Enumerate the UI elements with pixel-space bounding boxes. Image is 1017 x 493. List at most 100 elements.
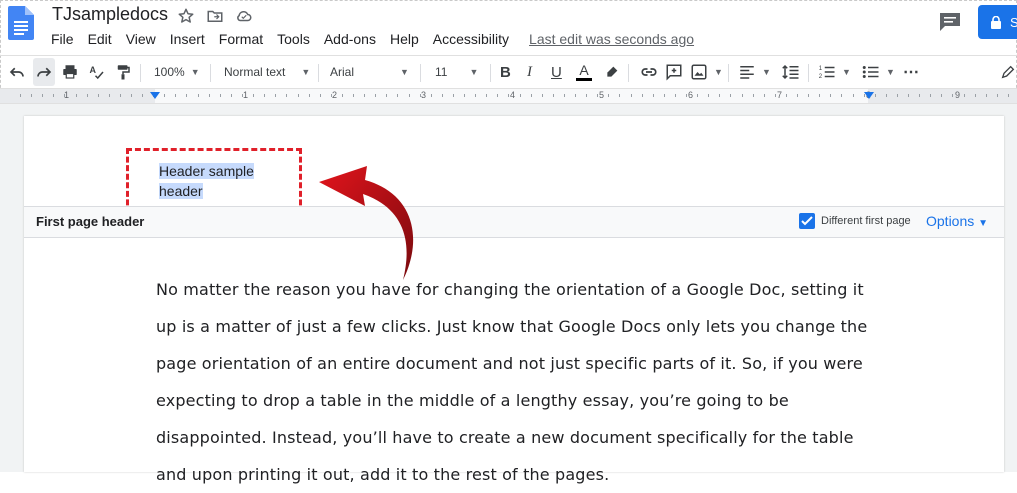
ruler-tick bbox=[209, 94, 210, 97]
different-first-page-checkbox[interactable] bbox=[799, 213, 815, 229]
ruler-tick bbox=[76, 94, 77, 97]
ruler-tick bbox=[619, 94, 620, 97]
ruler-tick bbox=[853, 94, 854, 97]
ruler-tick bbox=[952, 94, 953, 97]
chevron-down-icon: ▼ bbox=[886, 67, 895, 77]
link-icon[interactable] bbox=[639, 58, 659, 86]
header-options-button[interactable]: Options ▼ bbox=[926, 213, 988, 229]
numbered-list-icon[interactable]: 1 2 ▼ bbox=[818, 58, 851, 86]
menu-file[interactable]: File bbox=[51, 31, 74, 47]
italic-button[interactable]: I bbox=[527, 58, 532, 86]
underline-button[interactable]: U bbox=[551, 58, 562, 86]
ruler-tick bbox=[364, 94, 365, 97]
ruler-tick bbox=[697, 94, 698, 97]
comment-history-icon[interactable] bbox=[939, 12, 961, 32]
edit-mode-icon[interactable] bbox=[1000, 58, 1016, 86]
chevron-down-icon: ▼ bbox=[301, 67, 311, 77]
ruler-tick bbox=[941, 94, 942, 97]
image-icon[interactable]: ▼ bbox=[690, 58, 723, 86]
font-select[interactable]: Arial ▼ bbox=[330, 58, 409, 86]
print-icon[interactable] bbox=[61, 58, 79, 86]
ruler[interactable]: 1 1 2 3 4 5 6 7 8 9 bbox=[0, 88, 1017, 104]
ruler-tick bbox=[631, 94, 632, 97]
ruler-tick bbox=[797, 94, 798, 97]
menu-add-ons[interactable]: Add-ons bbox=[324, 31, 376, 47]
ruler-tick bbox=[342, 94, 343, 97]
ruler-number: 3 bbox=[421, 90, 427, 100]
checkmark-icon bbox=[801, 216, 813, 226]
undo-icon[interactable] bbox=[8, 58, 26, 86]
right-indent-marker[interactable] bbox=[864, 92, 874, 99]
toolbar-divider bbox=[140, 64, 141, 82]
menu-edit[interactable]: Edit bbox=[88, 31, 112, 47]
bulleted-list-icon[interactable]: ▼ bbox=[862, 58, 895, 86]
ruler-tick bbox=[675, 94, 676, 97]
ruler-tick bbox=[964, 94, 965, 97]
ruler-tick bbox=[453, 94, 454, 97]
ruler-tick bbox=[586, 94, 587, 97]
menu-help[interactable]: Help bbox=[390, 31, 419, 47]
more-options-button[interactable]: ⋯ bbox=[903, 58, 919, 86]
ruler-tick bbox=[397, 94, 398, 97]
document-title[interactable]: TJsampledocs bbox=[52, 4, 168, 25]
ruler-tick bbox=[830, 94, 831, 97]
cloud-status-icon[interactable] bbox=[234, 6, 254, 26]
redo-icon[interactable] bbox=[33, 58, 55, 86]
share-button[interactable]: S bbox=[978, 5, 1017, 39]
menu-view[interactable]: View bbox=[126, 31, 156, 47]
ruler-tick bbox=[542, 94, 543, 97]
ruler-tick bbox=[508, 94, 509, 97]
ruler-tick bbox=[31, 94, 32, 97]
font-size-select[interactable]: 11 ▼ bbox=[435, 58, 478, 86]
paragraph-style-select[interactable]: Normal text ▼ bbox=[224, 58, 310, 86]
svg-text:1: 1 bbox=[819, 66, 823, 72]
menu-insert[interactable]: Insert bbox=[170, 31, 205, 47]
left-indent-marker[interactable] bbox=[150, 92, 160, 99]
last-edit-link[interactable]: Last edit was seconds ago bbox=[529, 31, 694, 47]
chevron-down-icon: ▼ bbox=[978, 218, 989, 229]
font-size-value: 11 bbox=[435, 65, 448, 79]
highlight-pen-icon[interactable] bbox=[604, 58, 620, 86]
style-value: Normal text bbox=[224, 65, 286, 79]
ruler-tick bbox=[320, 94, 321, 97]
bold-button[interactable]: B bbox=[500, 58, 511, 86]
spellcheck-icon[interactable]: A bbox=[88, 58, 106, 86]
comment-add-icon[interactable] bbox=[665, 58, 683, 86]
ruler-tick bbox=[553, 94, 554, 97]
toolbar-divider bbox=[628, 64, 629, 82]
text-color-label: A bbox=[579, 62, 589, 78]
ruler-tick bbox=[708, 94, 709, 97]
annotation-highlight-box bbox=[126, 148, 302, 214]
ruler-tick bbox=[475, 94, 476, 97]
line-spacing-icon[interactable] bbox=[781, 58, 801, 86]
toolbar-divider bbox=[808, 64, 809, 82]
menu-accessibility[interactable]: Accessibility bbox=[433, 31, 509, 47]
ruler-tick bbox=[786, 94, 787, 97]
zoom-select[interactable]: 100% ▼ bbox=[154, 58, 200, 86]
text-color-button[interactable]: A bbox=[576, 58, 592, 86]
different-first-page-label[interactable]: Different first page bbox=[821, 215, 911, 227]
move-folder-icon[interactable] bbox=[205, 6, 225, 26]
google-docs-icon[interactable] bbox=[8, 6, 34, 40]
chevron-down-icon: ▼ bbox=[469, 67, 479, 77]
paint-format-icon[interactable] bbox=[114, 58, 132, 86]
ruler-tick bbox=[764, 94, 765, 97]
title-actions bbox=[176, 6, 254, 26]
ruler-tick bbox=[53, 94, 54, 97]
ruler-number: 6 bbox=[688, 90, 694, 100]
align-icon[interactable]: ▼ bbox=[738, 58, 771, 86]
ruler-tick bbox=[564, 94, 565, 97]
ruler-tick bbox=[686, 94, 687, 97]
star-icon[interactable] bbox=[176, 6, 196, 26]
document-page[interactable]: Header sample header First page header D… bbox=[24, 116, 1004, 484]
ruler-tick bbox=[442, 94, 443, 97]
menu-tools[interactable]: Tools bbox=[277, 31, 310, 47]
body-line: No matter the reason you have for changi… bbox=[156, 280, 864, 299]
ruler-number: 7 bbox=[777, 90, 783, 100]
document-body[interactable]: No matter the reason you have for changi… bbox=[156, 271, 876, 493]
ruler-tick bbox=[87, 94, 88, 97]
ruler-tick bbox=[98, 94, 99, 97]
menu-format[interactable]: Format bbox=[219, 31, 263, 47]
ruler-number: 4 bbox=[510, 90, 516, 100]
ruler-tick bbox=[875, 94, 876, 97]
